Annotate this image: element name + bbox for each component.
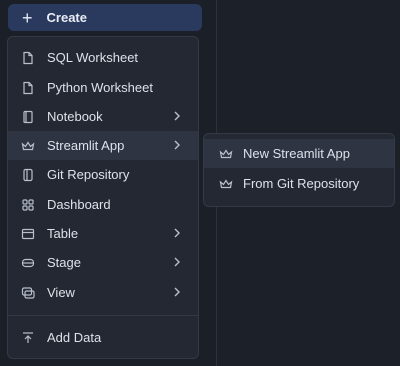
git-repository-icon [21, 168, 35, 182]
menu-item-table[interactable]: Table [8, 219, 198, 248]
submenu-item-label: From Git Repository [243, 176, 360, 191]
chevron-right-icon [171, 109, 183, 123]
notebook-icon [21, 110, 35, 124]
chevron-right-icon [171, 285, 183, 299]
view-icon [21, 286, 35, 300]
submenu-item-label: New Streamlit App [243, 146, 350, 161]
menu-item-sql-worksheet[interactable]: SQL Worksheet [8, 43, 198, 72]
menu-item-label: Add Data [47, 330, 102, 345]
menu-item-label: Python Worksheet [47, 80, 153, 95]
streamlit-crown-icon [219, 177, 233, 191]
streamlit-crown-icon [219, 147, 233, 161]
create-button[interactable]: + Create [8, 4, 202, 31]
menu-item-git-repository[interactable]: Git Repository [8, 160, 198, 189]
menu-item-label: Dashboard [47, 197, 111, 212]
menu-divider [8, 315, 198, 316]
file-icon [21, 51, 35, 65]
menu-item-label: View [47, 285, 75, 300]
menu-item-streamlit-app[interactable]: Streamlit App [8, 131, 198, 160]
menu-item-label: SQL Worksheet [47, 50, 139, 65]
create-button-label: Create [46, 10, 87, 25]
table-icon [21, 227, 35, 241]
menu-item-label: Stage [47, 255, 81, 270]
streamlit-submenu: New Streamlit App From Git Repository [203, 133, 395, 207]
plus-icon: + [22, 7, 33, 28]
submenu-item-from-git-repository[interactable]: From Git Repository [204, 169, 394, 198]
dashboard-grid-icon [21, 198, 35, 212]
menu-item-stage[interactable]: Stage [8, 248, 198, 277]
menu-item-label: Streamlit App [47, 138, 125, 153]
menu-item-label: Notebook [47, 109, 103, 124]
menu-item-label: Git Repository [47, 167, 130, 182]
upload-icon [21, 331, 35, 345]
streamlit-crown-icon [21, 139, 35, 153]
menu-item-label: Table [47, 226, 79, 241]
submenu-item-new-streamlit-app[interactable]: New Streamlit App [204, 139, 394, 168]
chevron-right-icon [171, 226, 183, 240]
menu-item-view[interactable]: View [8, 278, 198, 307]
file-icon [21, 81, 35, 95]
create-menu: SQL Worksheet Python Worksheet Notebook … [7, 36, 199, 359]
menu-item-python-worksheet[interactable]: Python Worksheet [8, 73, 198, 102]
menu-item-add-data[interactable]: Add Data [8, 323, 198, 352]
menu-item-notebook[interactable]: Notebook [8, 102, 198, 131]
chevron-right-icon [171, 138, 183, 152]
stage-icon [21, 256, 35, 270]
chevron-right-icon [171, 255, 183, 269]
menu-item-dashboard[interactable]: Dashboard [8, 190, 198, 219]
